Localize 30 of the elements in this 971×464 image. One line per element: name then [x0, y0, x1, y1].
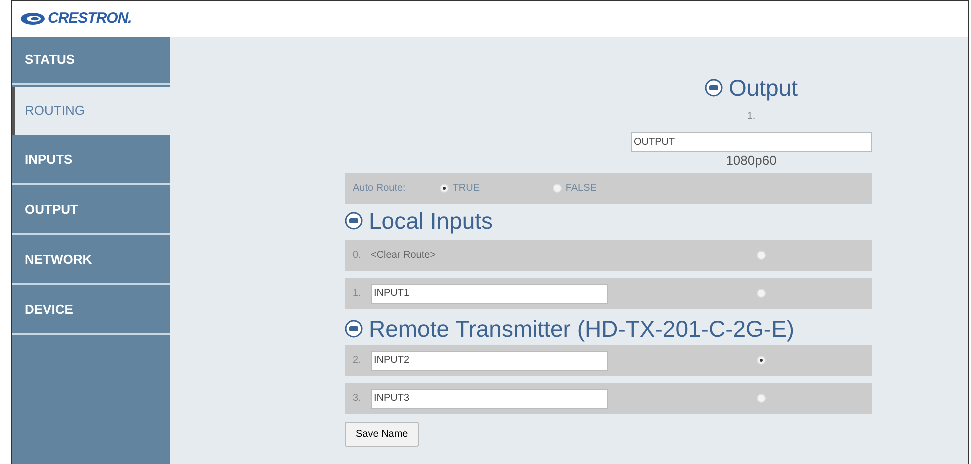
radio-button[interactable]	[757, 394, 766, 403]
row-number: 3.	[353, 392, 362, 406]
row-number: 1.	[353, 287, 362, 301]
input-name-field[interactable]: INPUT1	[371, 284, 608, 304]
camera-icon	[704, 79, 723, 97]
radio-button[interactable]	[757, 289, 766, 298]
input-name-field[interactable]: INPUT2	[371, 350, 608, 370]
row-number: 2.	[353, 354, 362, 368]
save-name-button[interactable]: Save Name	[345, 422, 420, 447]
output-name-field[interactable]: OUTPUT	[631, 132, 872, 152]
logo: CRESTRON.	[48, 8, 132, 29]
radio-button[interactable]	[757, 251, 766, 260]
clear-route-text: <Clear Route>	[371, 250, 436, 261]
radio-button[interactable]	[440, 184, 449, 193]
row-number: 0.	[353, 249, 362, 263]
camera-icon	[345, 212, 363, 230]
radio-button[interactable]	[757, 356, 766, 365]
section-title: Remote Transmitter (HD-TX-201-C-2G-E)	[369, 316, 795, 342]
section-title: Output	[728, 75, 798, 101]
auto-route-label: Auto Route:	[353, 182, 406, 196]
option-label: TRUE	[452, 182, 480, 196]
radio-button[interactable]	[552, 184, 562, 193]
option-label: FALSE	[566, 182, 597, 196]
logo-icon	[20, 12, 46, 26]
resolution-text: 1080p60	[726, 153, 777, 169]
camera-icon	[345, 320, 363, 338]
output-number: 1.	[747, 110, 756, 124]
section-title: Local Inputs	[369, 208, 494, 234]
sidebar-item[interactable]: ROUTING	[12, 87, 170, 135]
input-name-field[interactable]: INPUT3	[371, 388, 608, 408]
